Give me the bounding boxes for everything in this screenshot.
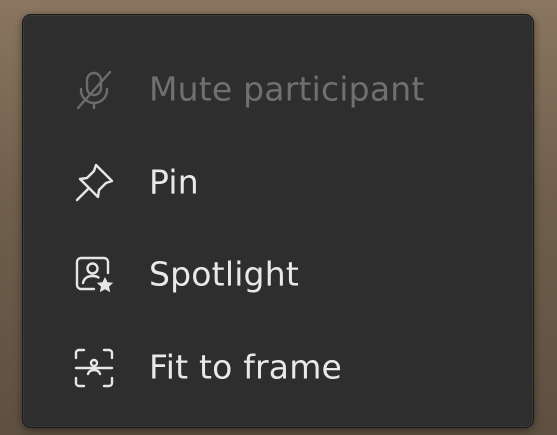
spotlight-icon — [71, 252, 117, 298]
menu-item-label: Spotlight — [149, 254, 299, 294]
menu-item-mute-participant: Mute participant — [23, 44, 533, 136]
menu-item-label: Pin — [149, 162, 199, 202]
participant-context-menu: Mute participant Pin Spotlight Fit to fr… — [22, 14, 534, 428]
menu-item-label: Fit to frame — [149, 347, 343, 387]
menu-item-label: Mute participant — [149, 69, 425, 109]
pin-icon — [71, 160, 117, 206]
menu-item-spotlight[interactable]: Spotlight — [23, 229, 533, 321]
microphone-off-icon — [71, 67, 117, 113]
menu-item-fit-to-frame[interactable]: Fit to frame — [23, 322, 533, 414]
fit-to-frame-icon — [71, 345, 117, 391]
menu-item-pin[interactable]: Pin — [23, 137, 533, 229]
